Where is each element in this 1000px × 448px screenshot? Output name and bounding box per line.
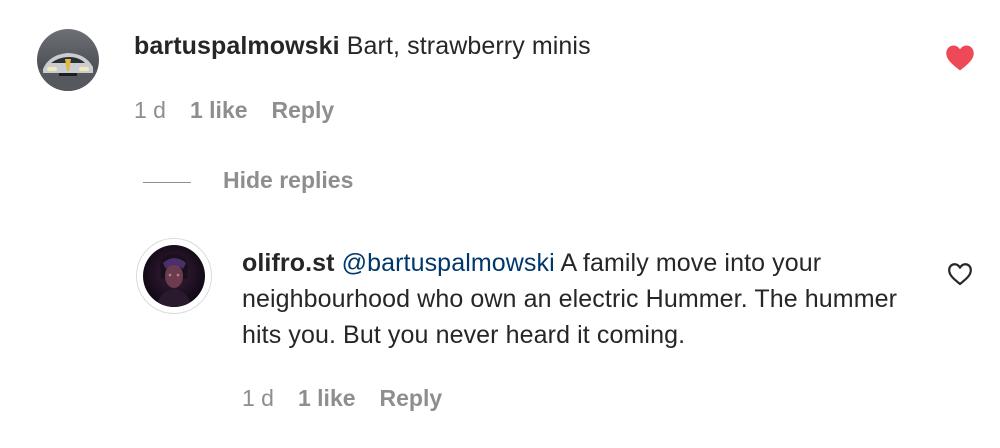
comment-username[interactable]: bartuspalmowski — [134, 32, 340, 60]
avatar[interactable] — [37, 29, 99, 91]
comment-meta: 1 d 1 like Reply — [134, 97, 358, 124]
reply-timestamp: 1 d — [242, 385, 274, 411]
comment-text: bartuspalmowski Bart, strawberry minis — [134, 28, 914, 64]
reply-text: olifro.st @bartuspalmowski A family move… — [242, 245, 922, 353]
reply-mention-link[interactable]: @bartuspalmowski — [342, 249, 555, 277]
comment-body: Bart, strawberry minis — [339, 32, 591, 60]
reply-reply-button[interactable]: Reply — [380, 385, 443, 412]
reply-username[interactable]: olifro.st — [242, 249, 335, 277]
reply-body: A family move into your neighbourhood wh… — [242, 249, 898, 349]
avatar[interactable] — [143, 245, 205, 307]
reply-like-count[interactable]: 1 like — [298, 385, 356, 412]
hide-replies-button[interactable]: Hide replies — [223, 167, 353, 194]
reply-meta: 1 d 1 like Reply — [242, 385, 466, 412]
comment-timestamp: 1 d — [134, 97, 166, 123]
replies-divider — [143, 182, 191, 183]
comment-reply-button[interactable]: Reply — [272, 97, 335, 124]
heart-filled-icon[interactable] — [945, 44, 975, 72]
heart-outline-icon[interactable] — [947, 262, 973, 286]
comment-like-count[interactable]: 1 like — [190, 97, 248, 124]
